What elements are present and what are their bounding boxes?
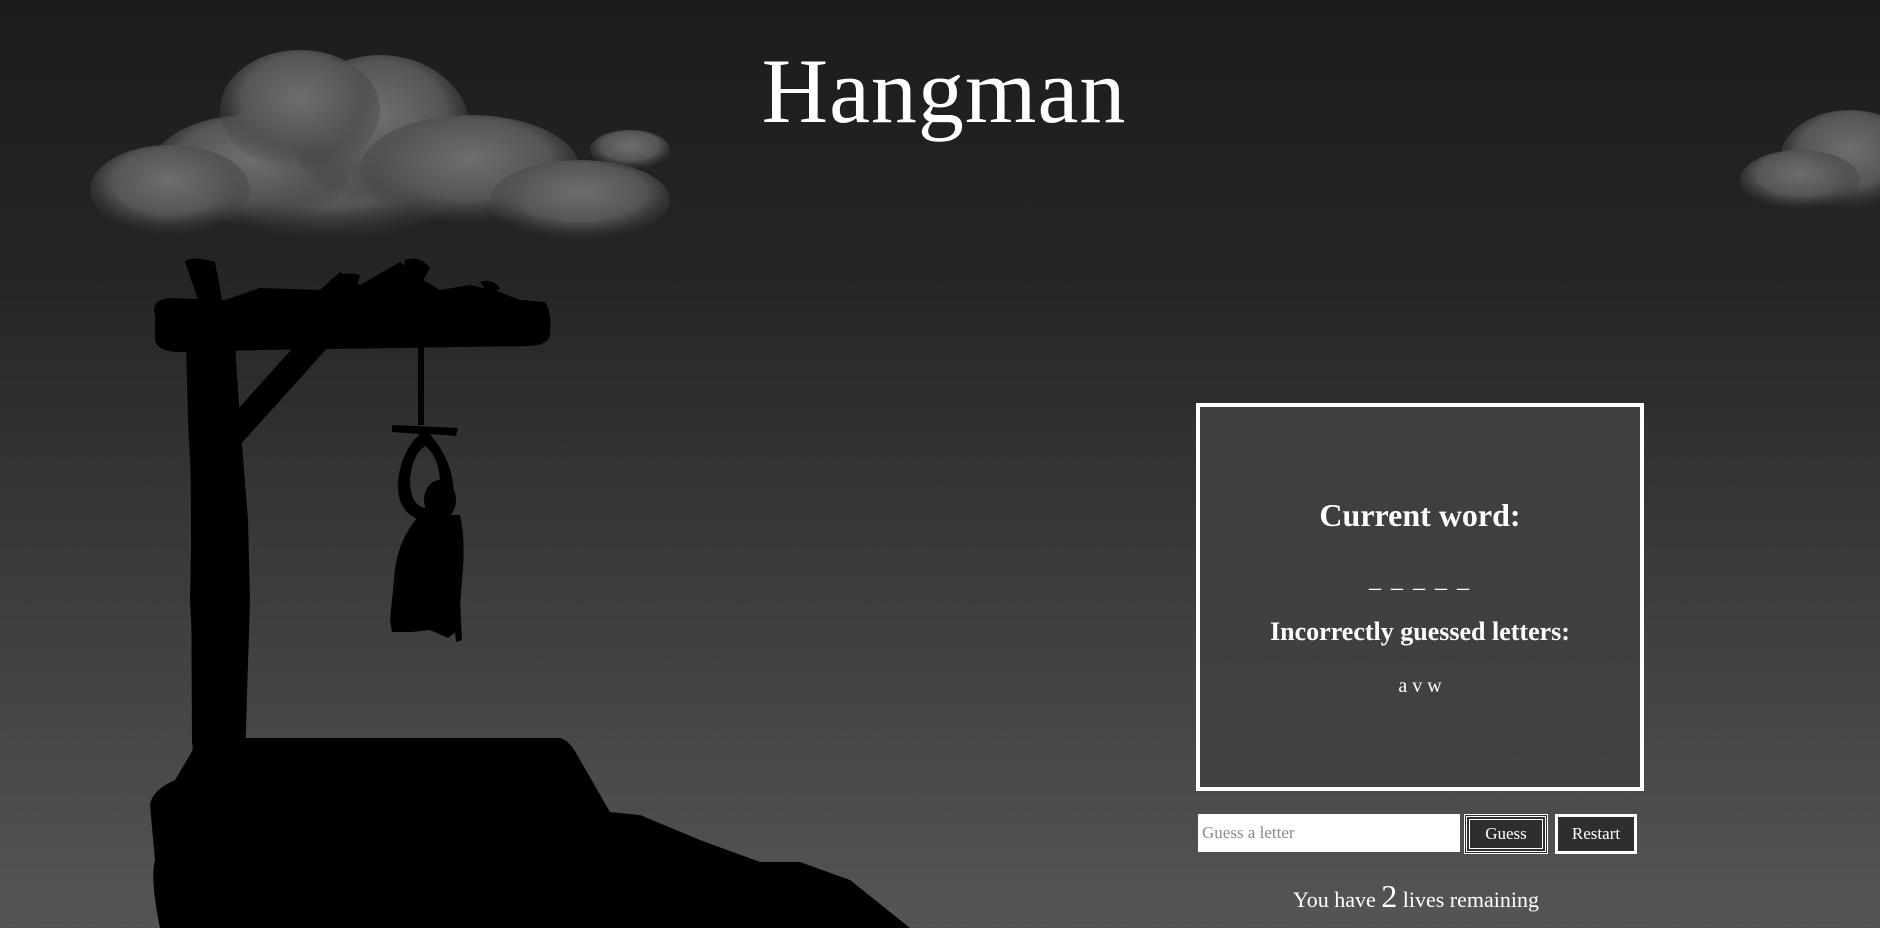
lives-prefix: You have [1293, 887, 1376, 912]
incorrect-letters-label: Incorrectly guessed letters: [1270, 617, 1570, 646]
hanged-figure-icon [390, 480, 464, 642]
guess-input[interactable] [1198, 814, 1460, 852]
lives-count: 2 [1381, 878, 1398, 914]
page-title: Hangman [761, 40, 1127, 142]
lives-suffix: lives remaining [1402, 887, 1539, 912]
guess-button[interactable]: Guess [1464, 814, 1548, 854]
incorrect-letters: a v w [1398, 675, 1442, 697]
restart-button[interactable]: Restart [1555, 814, 1637, 854]
lives-status: You have 2 lives remaining [1196, 878, 1636, 915]
gallows-icon [150, 258, 910, 928]
current-word-label: Current word: [1319, 497, 1521, 533]
current-word: _ _ _ _ _ [1369, 567, 1471, 593]
game-status-panel: Current word: _ _ _ _ _ Incorrectly gues… [1196, 403, 1644, 791]
